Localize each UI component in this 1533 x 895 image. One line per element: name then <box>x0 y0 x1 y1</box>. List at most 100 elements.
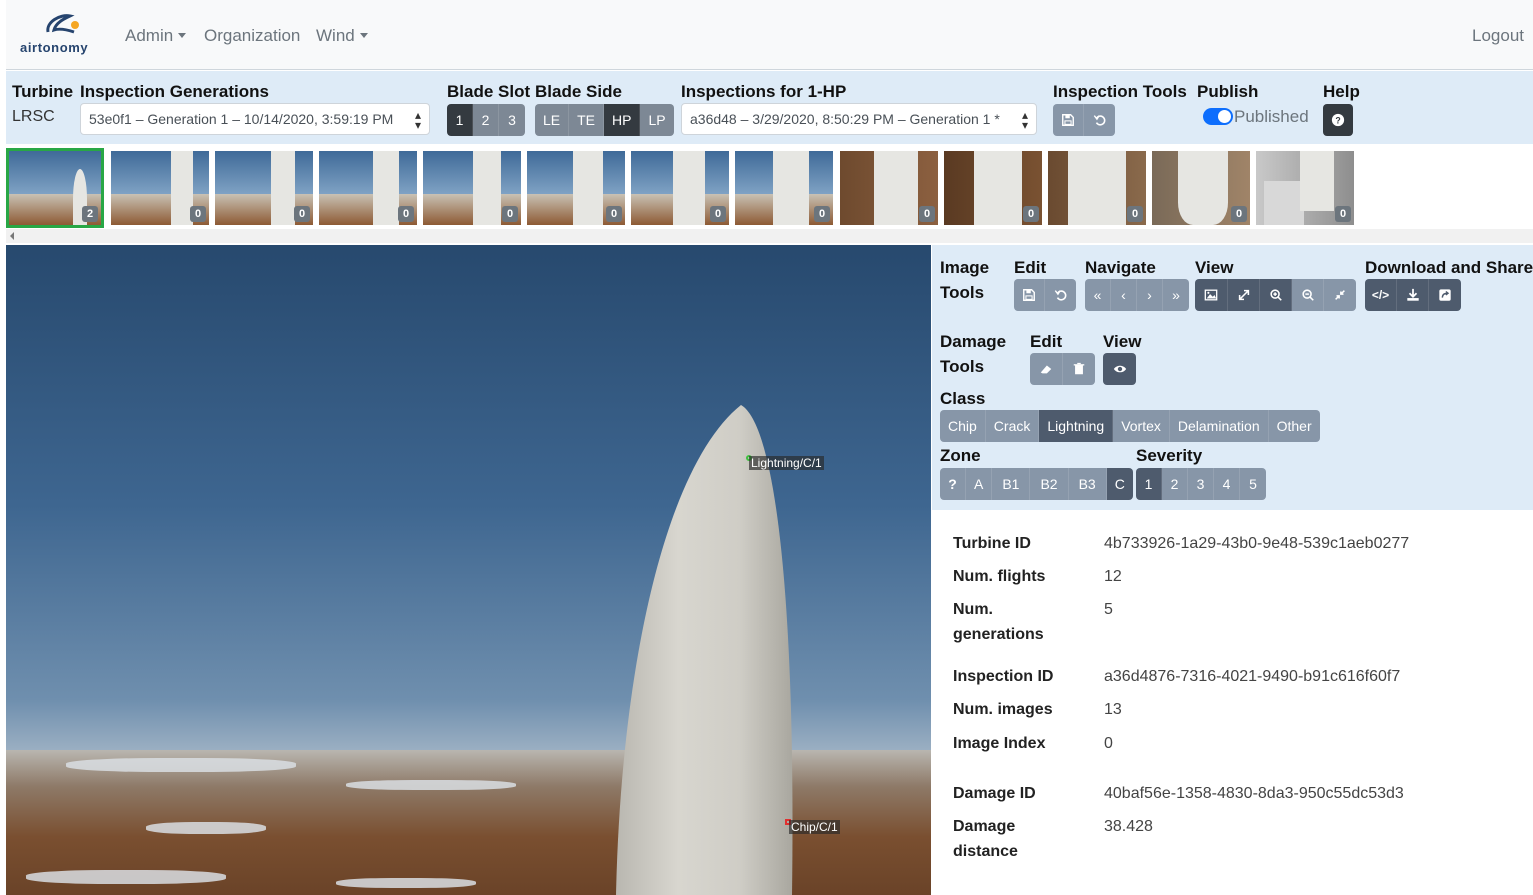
thumbnail-5[interactable]: 0 <box>423 151 521 225</box>
turbine-id-label: Turbine ID <box>953 535 1031 552</box>
lightning-annotation-label[interactable]: Lightning/C/1 <box>749 456 824 470</box>
thumbnail-8[interactable]: 0 <box>735 151 833 225</box>
class-delamination-button[interactable]: Delamination <box>1169 410 1269 442</box>
delete-damage-button[interactable] <box>1063 353 1095 385</box>
turbine-label: Turbine <box>12 82 74 101</box>
image-edit-group <box>1014 279 1076 311</box>
airtonomy-logo[interactable]: airtonomy <box>20 12 110 60</box>
class-crack-button[interactable]: Crack <box>985 410 1040 442</box>
class-other-button[interactable]: Other <box>1268 410 1320 442</box>
inspection-selected-value: a36d48 – 3/29/2020, 8:50:29 PM – Generat… <box>690 111 1000 127</box>
zoom-in-button[interactable] <box>1260 279 1292 311</box>
damage-count-badge: 0 <box>294 206 310 222</box>
thumbnail-10[interactable]: 0 <box>944 151 1042 225</box>
help-button[interactable]: ? <box>1323 104 1353 136</box>
severity-2-button[interactable]: 2 <box>1162 468 1188 500</box>
image-icon <box>1204 289 1218 301</box>
first-image-button[interactable]: « <box>1085 279 1111 311</box>
blade-slot-label: Blade Slot <box>447 82 531 101</box>
thumbnail-scrollbar[interactable] <box>6 229 1533 243</box>
chevron-right-icon: › <box>1147 287 1152 303</box>
publish-label: Publish <box>1197 82 1259 101</box>
zoom-out-icon <box>1301 289 1314 301</box>
severity-3-button[interactable]: 3 <box>1188 468 1214 500</box>
blade-slot-3-button[interactable]: 3 <box>499 104 525 136</box>
select-arrows-icon: ▴ ▾ <box>414 108 421 132</box>
fullscreen-button[interactable] <box>1228 279 1260 311</box>
damage-distance-value: 38.428 <box>1104 818 1153 835</box>
class-lightning-button[interactable]: Lightning <box>1039 410 1114 442</box>
thumbnail-3[interactable]: 0 <box>215 151 313 225</box>
erase-damage-button[interactable] <box>1030 353 1063 385</box>
class-chip-button[interactable]: Chip <box>940 410 986 442</box>
share-button[interactable] <box>1429 279 1461 311</box>
zone-group: ? A B1 B2 B3 C <box>940 468 1133 500</box>
logo-mark-icon <box>46 14 79 34</box>
blade-slot-1-button[interactable]: 1 <box>447 104 473 136</box>
publish-toggle[interactable] <box>1203 108 1233 125</box>
save-inspection-button[interactable] <box>1053 104 1084 136</box>
thumbnail-13[interactable]: 0 <box>1256 151 1354 225</box>
blade-side-hp-button[interactable]: HP <box>604 104 641 136</box>
thumbnail-1[interactable]: 2 <box>6 148 104 228</box>
thumbnail-2[interactable]: 0 <box>111 151 209 225</box>
blade-side-te-button[interactable]: TE <box>569 104 605 136</box>
undo-image-button[interactable] <box>1045 279 1076 311</box>
damage-tools-label-2: Tools <box>940 357 985 376</box>
class-vortex-button[interactable]: Vortex <box>1113 410 1170 442</box>
inspection-image-viewer[interactable]: Lightning/C/1 Chip/C/1 <box>6 245 931 895</box>
zone-b3-button[interactable]: B3 <box>1068 468 1107 500</box>
embed-code-button[interactable]: </> <box>1365 279 1397 311</box>
generations-select[interactable]: 53e0f1 – Generation 1 – 10/14/2020, 3:59… <box>80 103 430 135</box>
thumbnail-9[interactable]: 0 <box>840 151 938 225</box>
damage-view-group <box>1103 353 1136 385</box>
image-view-button[interactable] <box>1195 279 1228 311</box>
last-image-button[interactable]: » <box>1163 279 1189 311</box>
blade-side-lp-button[interactable]: LP <box>640 104 674 136</box>
nav-organization[interactable]: Organization <box>204 26 300 46</box>
thumbnail-6[interactable]: 0 <box>527 151 625 225</box>
blade-side-label: Blade Side <box>535 82 622 101</box>
zone-c-button[interactable]: C <box>1106 468 1133 500</box>
save-image-button[interactable] <box>1014 279 1045 311</box>
severity-4-button[interactable]: 4 <box>1214 468 1240 500</box>
toggle-damage-visibility-button[interactable] <box>1103 353 1136 385</box>
zone-unknown-button[interactable]: ? <box>940 468 966 500</box>
undo-inspection-button[interactable] <box>1084 104 1115 136</box>
zone-b2-button[interactable]: B2 <box>1030 468 1069 500</box>
damage-count-badge: 0 <box>502 206 518 222</box>
next-image-button[interactable]: › <box>1137 279 1163 311</box>
thumbnail-12[interactable]: 0 <box>1152 151 1250 225</box>
eye-icon <box>1113 365 1126 373</box>
severity-5-button[interactable]: 5 <box>1240 468 1266 500</box>
thumbnail-4[interactable]: 0 <box>319 151 417 225</box>
damage-id-value: 40baf56e-1358-4830-8da3-950c55dc53d3 <box>1104 785 1404 802</box>
turbine-id-value: 4b733926-1a29-43b0-9e48-539c1aeb0277 <box>1104 535 1410 552</box>
compress-button[interactable] <box>1324 279 1356 311</box>
inspection-tools-group <box>1053 104 1115 136</box>
damage-count-badge: 0 <box>814 206 830 222</box>
download-button[interactable] <box>1397 279 1429 311</box>
blade-side-le-button[interactable]: LE <box>535 104 570 136</box>
damage-count-badge: 0 <box>1023 206 1039 222</box>
zone-b1-button[interactable]: B1 <box>992 468 1031 500</box>
svg-text:?: ? <box>1335 116 1340 126</box>
zoom-out-button[interactable] <box>1292 279 1324 311</box>
thumbnail-7[interactable]: 0 <box>631 151 729 225</box>
nav-wind-dropdown[interactable]: Wind <box>316 26 368 46</box>
download-icon <box>1406 288 1419 301</box>
zone-a-button[interactable]: A <box>966 468 993 500</box>
previous-image-button[interactable]: ‹ <box>1111 279 1137 311</box>
blade-slot-2-button[interactable]: 2 <box>473 104 499 136</box>
thumbnail-11[interactable]: 0 <box>1048 151 1146 225</box>
logout-link[interactable]: Logout <box>1472 26 1524 46</box>
scroll-left-arrow-icon[interactable] <box>10 232 14 240</box>
chip-annotation-label[interactable]: Chip/C/1 <box>789 820 840 834</box>
num-generations-label-2: generations <box>953 626 1044 643</box>
inspection-select[interactable]: a36d48 – 3/29/2020, 8:50:29 PM – Generat… <box>681 103 1037 135</box>
code-icon: </> <box>1371 288 1390 302</box>
severity-1-button[interactable]: 1 <box>1136 468 1162 500</box>
caret-down-icon <box>178 33 187 38</box>
eraser-icon <box>1040 365 1052 374</box>
nav-admin-dropdown[interactable]: Admin <box>125 26 187 46</box>
